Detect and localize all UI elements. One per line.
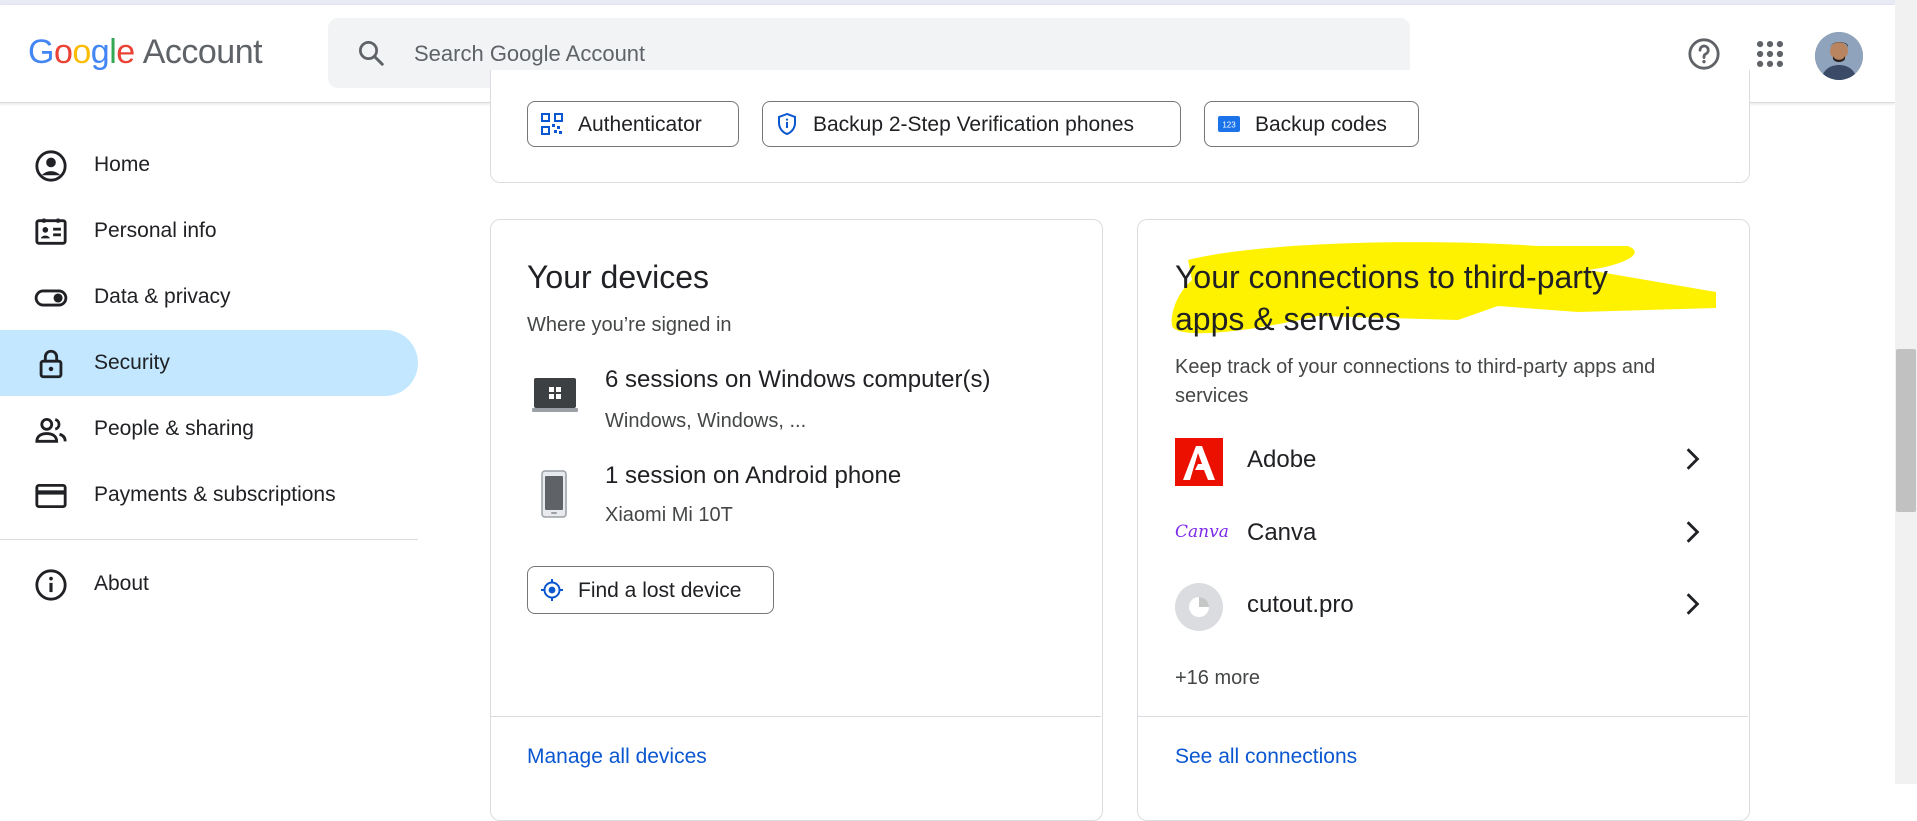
connection-name: cutout.pro — [1247, 591, 1354, 618]
toggle-icon — [34, 289, 68, 307]
sidebar-item-label: Personal info — [94, 219, 217, 242]
sidebar-item-about[interactable]: About — [0, 551, 418, 617]
device-entry-android[interactable]: 1 session on Android phone Xiaomi Mi 10T — [527, 456, 1097, 536]
device-title: 1 session on Android phone — [605, 462, 902, 489]
device-title: 6 sessions on Windows computer(s) — [605, 366, 991, 393]
shield-icon — [778, 112, 796, 136]
chip-label: Backup 2-Step Verification phones — [813, 113, 1135, 136]
sidebar-item-data-privacy[interactable]: Data & privacy — [0, 264, 418, 330]
avatar-photo — [1815, 32, 1863, 80]
see-all-connections-link[interactable]: See all connections — [1175, 745, 1357, 769]
device-entry-windows[interactable]: 6 sessions on Windows computer(s) Window… — [527, 360, 1097, 440]
qr-code-icon — [541, 113, 563, 135]
credit-card-icon — [35, 483, 67, 509]
phone-icon — [541, 470, 567, 518]
sidebar-item-people-sharing[interactable]: People & sharing — [0, 396, 418, 462]
chevron-right-icon — [1686, 593, 1700, 615]
connection-name: Canva — [1247, 519, 1317, 546]
sidebar-item-label: Security — [94, 351, 170, 374]
connections-card-divider — [1138, 716, 1748, 717]
more-connections-count: +16 more — [1175, 667, 1261, 689]
svg-text:123: 123 — [1222, 121, 1236, 130]
sidebar-item-personal-info[interactable]: Personal info — [0, 198, 418, 264]
sidebar-item-payments[interactable]: Payments & subscriptions — [0, 462, 418, 528]
backup-codes-chip[interactable]: 123 Backup codes — [1204, 101, 1419, 147]
sidebar-item-label: Data & privacy — [94, 285, 231, 308]
devices-card-divider — [491, 716, 1101, 717]
chip-label: Backup codes — [1255, 113, 1387, 136]
manage-all-devices-link[interactable]: Manage all devices — [527, 745, 707, 769]
backup-phones-chip[interactable]: Backup 2-Step Verification phones — [762, 101, 1181, 147]
authenticator-chip[interactable]: Authenticator — [527, 101, 739, 147]
avatar[interactable] — [1815, 32, 1863, 80]
chevron-right-icon — [1686, 521, 1700, 543]
logo-google-word: Google — [28, 33, 135, 71]
devices-title: Your devices — [527, 259, 710, 295]
backup-codes-icon: 123 — [1218, 116, 1240, 132]
help-circle-icon[interactable] — [1687, 37, 1721, 71]
sidebar-item-label: About — [94, 572, 149, 595]
sidebar-item-label: Home — [94, 153, 151, 176]
id-card-icon — [35, 218, 67, 245]
connection-name: Adobe — [1247, 446, 1317, 473]
canva-logo-icon: Canva — [1175, 522, 1229, 542]
logo-account-word: Account — [142, 33, 263, 71]
find-lost-device-button[interactable]: Find a lost device — [527, 566, 774, 614]
connections-description-line2: services — [1175, 385, 1249, 407]
cutout-pro-logo-icon — [1175, 583, 1223, 631]
laptop-icon — [532, 378, 578, 412]
google-account-logo[interactable]: Google Account — [28, 33, 263, 72]
connections-title-line2: apps & services — [1175, 301, 1401, 337]
connection-row-canva[interactable]: Canva Canva — [1137, 497, 1710, 567]
connection-row-cutout-pro[interactable]: cutout.pro — [1137, 569, 1710, 639]
device-detail: Xiaomi Mi 10T — [605, 504, 733, 526]
sidebar-item-security[interactable]: Security — [0, 330, 418, 396]
people-icon — [35, 417, 67, 443]
sidebar-divider — [0, 539, 418, 540]
device-detail: Windows, Windows, ... — [605, 410, 807, 432]
connections-description-line1: Keep track of your connections to third-… — [1175, 356, 1656, 378]
info-icon — [35, 569, 67, 601]
scrollbar-thumb[interactable] — [1896, 349, 1916, 512]
apps-grid-icon[interactable] — [1753, 37, 1787, 71]
find-lost-device-label: Find a lost device — [578, 579, 742, 602]
connections-title-line1: Your connections to third-party — [1175, 259, 1608, 295]
sidebar-item-label: Payments & subscriptions — [94, 483, 336, 506]
chevron-right-icon — [1686, 448, 1700, 470]
connection-row-adobe[interactable]: Adobe — [1137, 424, 1710, 494]
account-circle-icon — [35, 150, 67, 182]
locate-icon — [541, 579, 563, 601]
sidebar-item-label: People & sharing — [94, 417, 254, 440]
sidebar-item-home[interactable]: Home — [0, 132, 418, 198]
search-icon[interactable] — [356, 38, 386, 68]
adobe-logo-icon — [1175, 438, 1223, 486]
devices-subtitle: Where you’re signed in — [527, 314, 732, 336]
chip-label: Authenticator — [578, 113, 702, 136]
lock-icon — [39, 349, 63, 379]
